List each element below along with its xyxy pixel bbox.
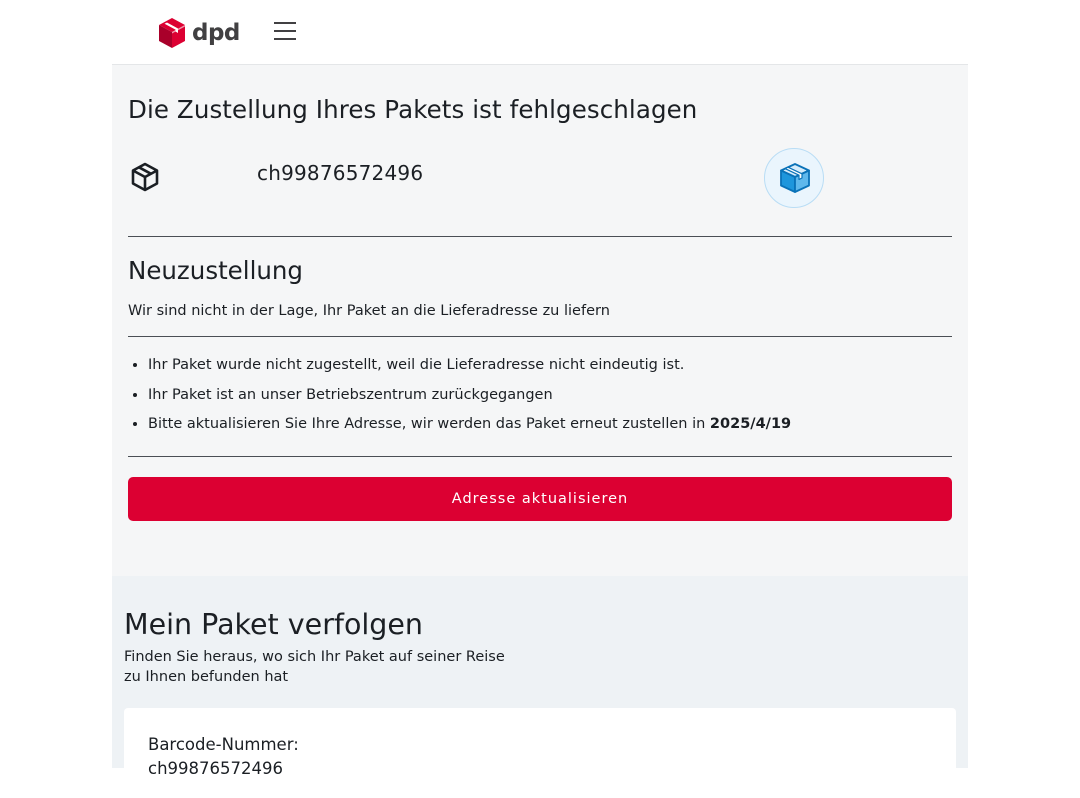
track-parcel-panel: Mein Paket verfolgen Finden Sie heraus, …	[112, 576, 968, 798]
list-item-text: Ihr Paket ist an unser Betriebszentrum z…	[148, 386, 553, 403]
list-item: Bitte aktualisieren Sie Ihre Adresse, wi…	[148, 413, 791, 443]
tracking-number: ch99876572496	[257, 161, 424, 185]
list-item: Ihr Paket wurde nicht zugestellt, weil d…	[148, 354, 791, 384]
site-header: dpd	[0, 0, 1080, 64]
redelivery-subtitle: Wir sind nicht in der Lage, Ihr Paket an…	[128, 303, 610, 319]
box-icon	[780, 163, 810, 193]
divider	[128, 336, 952, 337]
logo-text: dpd	[192, 19, 240, 46]
list-item: Ihr Paket ist an unser Betriebszentrum z…	[148, 384, 791, 414]
redelivery-date: 2025/4/19	[709, 416, 792, 432]
tracking-title: Mein Paket verfolgen	[124, 608, 423, 641]
barcode-card: Barcode-Nummer: ch99876572496	[124, 708, 956, 798]
hamburger-icon[interactable]	[272, 22, 298, 46]
redelivery-title: Neuzustellung	[128, 256, 303, 285]
dpd-logo[interactable]: dpd	[158, 16, 240, 49]
parcel-outline-icon	[131, 162, 159, 192]
tracking-subtitle: Finden Sie heraus, wo sich Ihr Paket auf…	[124, 649, 505, 685]
list-item-text: Bitte aktualisieren Sie Ihre Adresse, wi…	[148, 416, 710, 432]
barcode-value: ch99876572496	[148, 759, 284, 778]
list-item-text: Ihr Paket wurde nicht zugestellt, weil d…	[148, 357, 685, 373]
barcode-label: Barcode-Nummer:	[148, 735, 299, 754]
page-title: Die Zustellung Ihres Pakets ist fehlgesc…	[128, 95, 698, 124]
delivery-notice-panel: Die Zustellung Ihres Pakets ist fehlgesc…	[112, 64, 968, 576]
box-badge	[764, 148, 824, 208]
divider	[128, 236, 952, 237]
update-address-button[interactable]: Adresse aktualisieren	[128, 477, 952, 521]
dpd-cube-logo-icon	[159, 17, 185, 48]
divider	[128, 456, 952, 457]
reason-list: Ihr Paket wurde nicht zugestellt, weil d…	[128, 354, 791, 443]
